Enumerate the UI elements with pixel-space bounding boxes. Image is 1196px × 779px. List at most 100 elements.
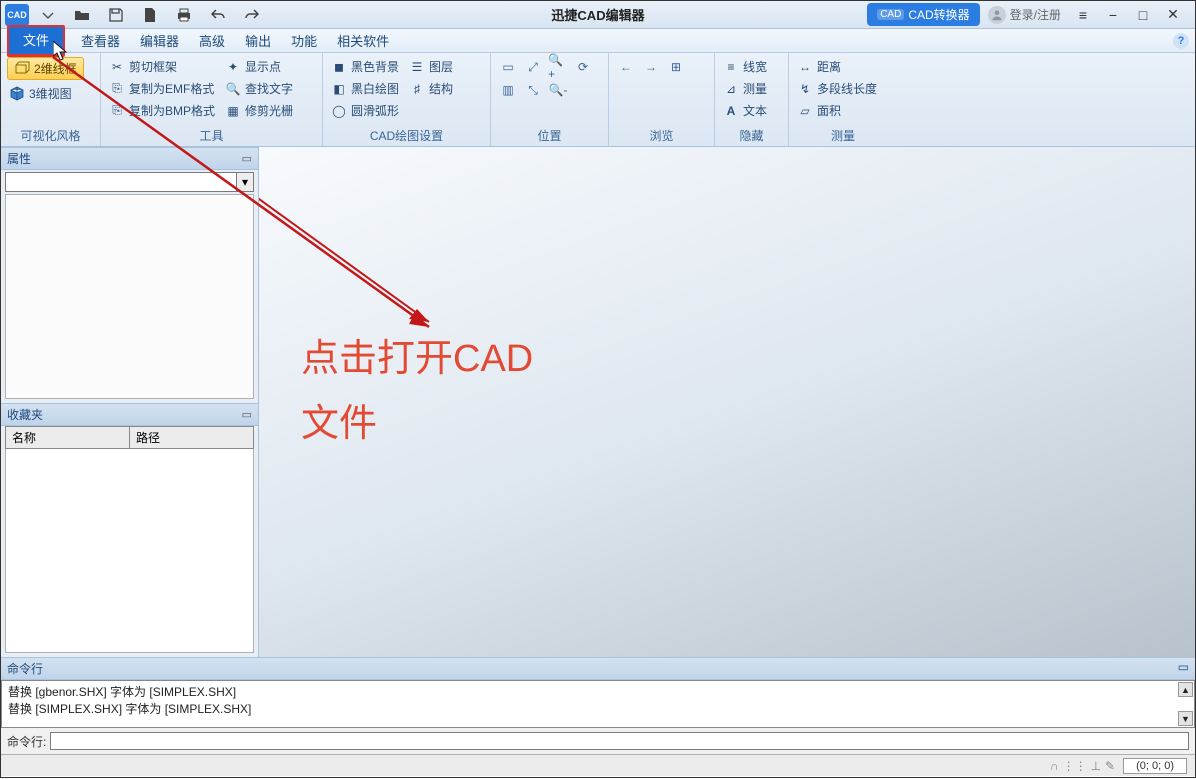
group-label-tools: 工具 [107, 125, 316, 144]
menu-viewer[interactable]: 查看器 [71, 27, 130, 54]
show-point-label: 显示点 [245, 58, 281, 75]
bw-draw-button[interactable]: ◧黑白绘图 [329, 79, 401, 98]
copy-emf-button[interactable]: ⎘复制为EMF格式 [107, 79, 217, 98]
distance-label: 距离 [817, 58, 841, 75]
properties-panel-header[interactable]: 属性 ▭ [1, 147, 258, 170]
area-icon: ▱ [797, 103, 813, 119]
open-icon[interactable] [67, 4, 97, 26]
status-icon-1[interactable]: ∩ [1050, 759, 1059, 773]
back-icon[interactable]: ← [615, 57, 637, 77]
menu-advanced[interactable]: 高级 [189, 27, 235, 54]
undo-icon[interactable] [203, 4, 233, 26]
save-icon[interactable] [101, 4, 131, 26]
ribbon-group-visualstyle: 2维线框 3维视图 可视化风格 [1, 53, 101, 146]
forward-icon[interactable]: → [640, 57, 662, 77]
area-label: 面积 [817, 102, 841, 119]
position-icon-7[interactable]: 🔍- [547, 80, 569, 100]
copy-bmp-icon: ⎘ [109, 103, 125, 119]
status-icon-4[interactable]: ✎ [1105, 759, 1115, 773]
menu-related[interactable]: 相关软件 [327, 27, 399, 54]
group-label-hide: 隐藏 [721, 125, 782, 144]
position-icon-2[interactable]: ⤢ [522, 57, 544, 77]
close-button[interactable]: ✕ [1159, 5, 1187, 25]
status-icon-3[interactable]: ⊥ [1091, 759, 1101, 773]
redo-icon[interactable] [237, 4, 267, 26]
wireframe-2d-button[interactable]: 2维线框 [7, 57, 84, 80]
position-icon-1[interactable]: ▭ [497, 57, 519, 77]
commandline-title: 命令行 [7, 660, 43, 677]
scroll-down-icon[interactable]: ▼ [1178, 711, 1193, 726]
command-input-row: 命令行: [1, 728, 1195, 754]
show-point-button[interactable]: ✦显示点 [223, 57, 295, 76]
line-width-button[interactable]: ≡线宽 [721, 57, 769, 76]
struct-label: 结构 [429, 80, 453, 97]
down-icon[interactable] [33, 4, 63, 26]
smooth-arc-button[interactable]: ◯圆滑弧形 [329, 101, 401, 120]
app-icon[interactable]: CAD [5, 4, 29, 26]
ribbon-group-cadsetting: ◼黑色背景 ◧黑白绘图 ◯圆滑弧形 ☰图层 ♯结构 CAD绘图设置 [323, 53, 491, 146]
document-icon[interactable] [135, 4, 165, 26]
cad-converter-button[interactable]: CAD CAD转换器 [867, 3, 979, 26]
menu-editor[interactable]: 编辑器 [130, 27, 189, 54]
find-text-button[interactable]: 🔍查找文字 [223, 79, 295, 98]
command-log-line2: 替换 [SIMPLEX.SHX] 字体为 [SIMPLEX.SHX] [8, 700, 1188, 717]
position-icon-3[interactable]: 🔍+ [547, 57, 569, 77]
trim-raster-button[interactable]: ▦修剪光栅 [223, 101, 295, 120]
favorites-body [5, 449, 254, 653]
search-icon: 🔍 [225, 81, 241, 97]
new-window-icon[interactable]: ⊞ [665, 57, 687, 77]
copy-bmp-button[interactable]: ⎘复制为BMP格式 [107, 101, 217, 120]
favorites-col-name[interactable]: 名称 [6, 427, 130, 448]
properties-pin-icon[interactable]: ▭ [242, 152, 252, 165]
ribbon-group-browse: ← → ⊞ 浏览 [609, 53, 715, 146]
layers-button[interactable]: ☰图层 [407, 57, 455, 76]
commandline-pin-icon[interactable]: ▭ [1178, 660, 1189, 677]
measure-hide-button[interactable]: ⊿测量 [721, 79, 769, 98]
canvas[interactable]: 点击打开CAD 文件 [259, 147, 1195, 657]
position-icon-5[interactable]: ▥ [497, 80, 519, 100]
menu-function[interactable]: 功能 [281, 27, 327, 54]
annotation-text: 点击打开CAD 文件 [301, 327, 533, 456]
position-icon-6[interactable]: ⤡ [522, 80, 544, 100]
annotation-text-line2: 文件 [301, 392, 533, 457]
dropdown-icon[interactable]: ▾ [236, 173, 253, 191]
status-icon-2[interactable]: ⋮⋮ [1063, 759, 1087, 773]
properties-body [5, 194, 254, 399]
command-log[interactable]: 替换 [gbenor.SHX] 字体为 [SIMPLEX.SHX] 替换 [SI… [1, 680, 1195, 728]
properties-title: 属性 [7, 150, 31, 167]
favorites-columns: 名称 路径 [5, 426, 254, 449]
maximize-button[interactable]: □ [1129, 5, 1157, 25]
view-3d-button[interactable]: 3维视图 [7, 84, 74, 103]
distance-button[interactable]: ↔距离 [795, 57, 879, 76]
text-hide-label: 文本 [743, 102, 767, 119]
menu-output[interactable]: 输出 [235, 27, 281, 54]
position-icon-4[interactable]: ⟳ [572, 57, 594, 77]
login-button[interactable]: 登录/注册 [988, 6, 1061, 24]
menu-button[interactable]: ≡ [1069, 5, 1097, 25]
struct-icon: ♯ [409, 81, 425, 97]
favorites-pin-icon[interactable]: ▭ [242, 408, 252, 421]
text-hide-button[interactable]: A文本 [721, 101, 769, 120]
bw-icon: ◧ [331, 81, 347, 97]
area-button[interactable]: ▱面积 [795, 101, 879, 120]
minimize-button[interactable]: − [1099, 5, 1127, 25]
polyline-len-button[interactable]: ↯多段线长度 [795, 79, 879, 98]
crop-frame-button[interactable]: ✂剪切框架 [107, 57, 217, 76]
line-width-label: 线宽 [743, 58, 767, 75]
crop-frame-label: 剪切框架 [129, 58, 177, 75]
group-label-visualstyle: 可视化风格 [7, 125, 94, 144]
properties-combo[interactable]: ▾ [5, 172, 254, 192]
struct-button[interactable]: ♯结构 [407, 79, 455, 98]
cad-badge-icon: CAD [877, 9, 904, 20]
print-icon[interactable] [169, 4, 199, 26]
menu-file[interactable]: 文件 [7, 25, 65, 57]
cube-2d-icon [14, 61, 30, 77]
commandline-header[interactable]: 命令行 ▭ [1, 658, 1195, 680]
favorites-col-path[interactable]: 路径 [130, 427, 253, 448]
command-input[interactable] [50, 732, 1189, 750]
black-bg-button[interactable]: ◼黑色背景 [329, 57, 401, 76]
left-panel: 属性 ▭ ▾ 收藏夹 ▭ 名称 路径 [1, 147, 259, 657]
scroll-up-icon[interactable]: ▲ [1178, 682, 1193, 697]
favorites-panel-header[interactable]: 收藏夹 ▭ [1, 403, 258, 426]
help-icon[interactable]: ? [1173, 33, 1189, 49]
